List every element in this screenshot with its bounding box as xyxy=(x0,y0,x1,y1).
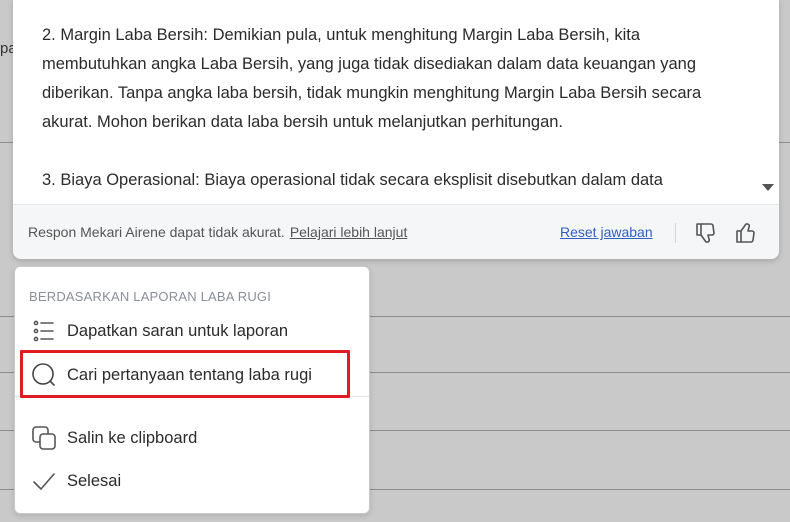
menu-item-label: Selesai xyxy=(67,472,122,490)
footer-divider xyxy=(675,223,676,243)
response-scroll-area[interactable]: 2. Margin Laba Bersih: Demikian pula, un… xyxy=(13,0,763,203)
disclaimer-text: Respon Mekari Airene dapat tidak akurat.… xyxy=(28,224,407,240)
menu-item-label: Salin ke clipboard xyxy=(67,429,198,447)
highlight-box xyxy=(20,350,350,398)
reset-answer-link[interactable]: Reset jawaban xyxy=(560,224,653,240)
response-paragraph: 2. Margin Laba Bersih: Demikian pula, un… xyxy=(42,26,702,131)
learn-more-link[interactable]: Pelajari lebih lanjut xyxy=(290,224,408,240)
copy-icon xyxy=(32,426,56,450)
response-footer: Respon Mekari Airene dapat tidak akurat.… xyxy=(13,204,779,259)
scroll-down-arrow-icon[interactable] xyxy=(762,184,774,191)
check-icon xyxy=(33,473,55,490)
menu-item-label: Dapatkan saran untuk laporan xyxy=(67,322,289,340)
menu-item-done[interactable]: Selesai xyxy=(15,461,369,501)
thumbs-up-icon[interactable] xyxy=(734,221,758,245)
menu-item-suggestions[interactable]: Dapatkan saran untuk laporan xyxy=(15,311,369,351)
context-menu: BERDASARKAN LAPORAN LABA RUGI Dapatkan s… xyxy=(14,266,370,514)
ai-response-panel: 2. Margin Laba Bersih: Demikian pula, un… xyxy=(13,0,779,259)
thumbs-down-icon[interactable] xyxy=(694,221,718,245)
menu-section-header: BERDASARKAN LAPORAN LABA RUGI xyxy=(29,289,272,304)
list-icon xyxy=(33,320,54,342)
disclaimer-label: Respon Mekari Airene dapat tidak akurat. xyxy=(28,224,285,240)
response-paragraph: 3. Biaya Operasional: Biaya operasional … xyxy=(42,171,663,189)
menu-item-copy-clipboard[interactable]: Salin ke clipboard xyxy=(15,418,369,458)
